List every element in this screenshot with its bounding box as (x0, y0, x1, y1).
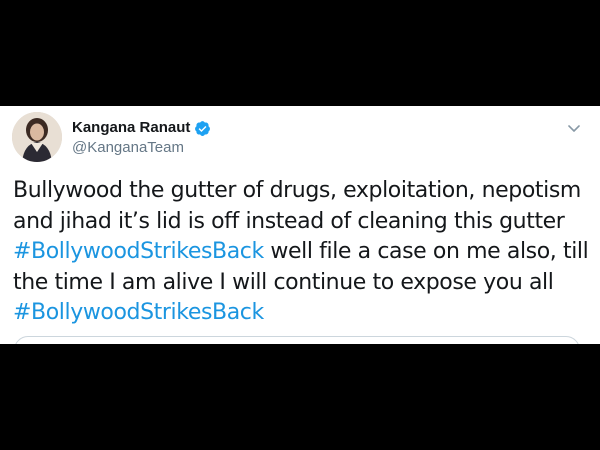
author-display-name[interactable]: Kangana Ranaut (72, 118, 190, 138)
hashtag-link[interactable]: #BollywoodStrikesBack (13, 300, 264, 325)
tweet-text-line: the time I am alive I will continue to e… (13, 269, 554, 295)
author-name-row: Kangana Ranaut (72, 118, 211, 138)
hashtag-link[interactable]: #BollywoodStrikesBack (13, 239, 264, 264)
avatar[interactable] (12, 112, 62, 162)
tweet-text-line: #BollywoodStrikesBack (13, 298, 593, 329)
verified-badge-icon (194, 120, 211, 137)
chevron-down-icon[interactable] (566, 120, 582, 136)
avatar-image (12, 112, 62, 162)
author-handle[interactable]: @KanganaTeam (72, 138, 184, 158)
tweet-text-line: and jihad it’s lid is off instead of cle… (13, 208, 565, 234)
tweet-text-line: Bullywood the gutter of drugs, exploitat… (13, 178, 581, 203)
tweet-text-line: #BollywoodStrikesBack well file a case o… (13, 237, 593, 268)
tweet-text: Bullywood the gutter of drugs, exploitat… (13, 176, 593, 329)
tweet-card: Kangana Ranaut @KanganaTeam Bullywood th… (0, 106, 600, 344)
tweet-text-fragment: well file a case on me also, till (263, 239, 589, 264)
link-card-preview[interactable] (14, 336, 580, 344)
